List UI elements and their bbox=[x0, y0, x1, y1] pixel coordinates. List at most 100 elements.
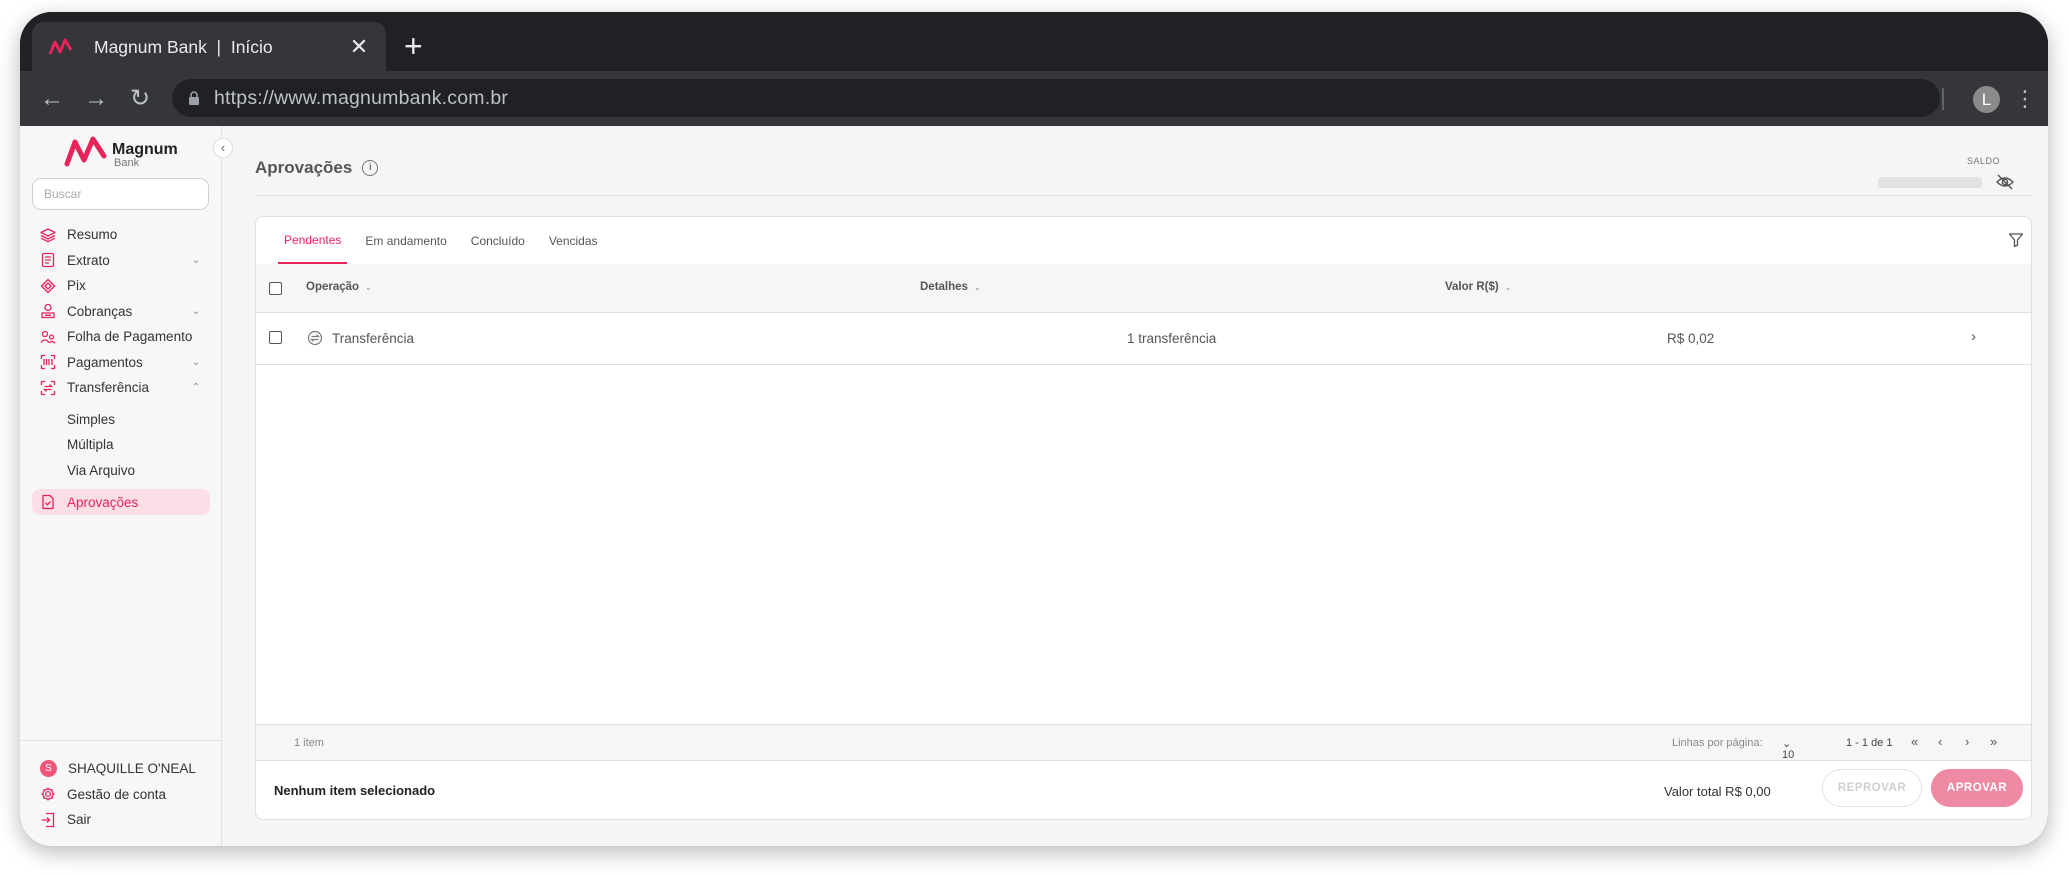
pagination-bar: 1 item Linhas por página: 10 ⌄ 1 - 1 de … bbox=[256, 724, 2031, 761]
tab-em-andamento[interactable]: Em andamento bbox=[359, 217, 452, 264]
brand-name: Magnum bbox=[112, 141, 178, 158]
transfer-icon bbox=[40, 380, 56, 395]
status-tabs: Pendentes Em andamento Concluído Vencida… bbox=[278, 217, 616, 264]
chevron-down-icon[interactable]: ⌄ bbox=[192, 306, 200, 317]
cell-value: R$ 0,02 bbox=[1667, 331, 1715, 346]
sidebar-item-transferencia[interactable]: Transferência ⌃ bbox=[32, 375, 210, 401]
new-tab-icon[interactable]: + bbox=[404, 30, 423, 62]
address-bar[interactable]: https://www.magnumbank.com.br bbox=[172, 79, 1940, 117]
submenu-item-simples[interactable]: Simples bbox=[32, 407, 210, 433]
app-content: Magnum Bank Resumo Extrato bbox=[20, 126, 2048, 846]
browser-menu-icon[interactable]: ⋮ bbox=[2014, 85, 2036, 113]
collapse-sidebar-icon[interactable]: ‹ bbox=[213, 138, 233, 158]
sidebar-item-label: Resumo bbox=[67, 227, 118, 243]
column-header-operacao[interactable]: Operação ⌄ bbox=[306, 281, 372, 293]
approvals-card: Pendentes Em andamento Concluído Vencida… bbox=[255, 216, 2032, 820]
gear-icon bbox=[41, 787, 55, 801]
sidebar: Magnum Bank Resumo Extrato bbox=[20, 126, 222, 846]
sidebar-item-extrato[interactable]: Extrato ⌄ bbox=[32, 248, 210, 274]
profile-avatar[interactable]: L bbox=[1973, 86, 2000, 113]
sort-icon[interactable]: ⌄ bbox=[974, 283, 981, 292]
reload-icon[interactable]: ↻ bbox=[118, 84, 162, 113]
sidebar-item-label: Gestão de conta bbox=[67, 786, 167, 802]
brand-logo[interactable]: Magnum Bank bbox=[64, 136, 178, 169]
item-count: 1 item bbox=[294, 737, 324, 749]
cell-details: 1 transferência bbox=[1127, 331, 1217, 346]
tab-strip: Magnum Bank | Início ✕ + bbox=[20, 12, 2048, 72]
sidebar-item-aprovacoes[interactable]: Aprovações bbox=[32, 489, 210, 515]
chevron-up-icon[interactable]: ⌃ bbox=[192, 382, 200, 393]
row-checkbox[interactable] bbox=[269, 331, 282, 344]
sort-icon[interactable]: ⌄ bbox=[365, 283, 372, 292]
lock-icon bbox=[189, 91, 199, 105]
tab-vencidas[interactable]: Vencidas bbox=[543, 217, 604, 264]
sidebar-item-label: Cobranças bbox=[67, 303, 133, 319]
eye-off-icon[interactable] bbox=[1995, 172, 2015, 192]
sidebar-menu: Resumo Extrato ⌄ Pix Cobranças ⌄ Folha d… bbox=[32, 222, 210, 515]
sidebar-item-cobrancas[interactable]: Cobranças ⌄ bbox=[32, 299, 210, 325]
tab-title: Magnum Bank | Início bbox=[94, 36, 273, 57]
sidebar-item-sair[interactable]: Sair bbox=[32, 807, 210, 833]
filter-icon[interactable] bbox=[2008, 232, 2024, 248]
approve-button[interactable]: APROVAR bbox=[1931, 769, 2023, 807]
saldo-hidden-value bbox=[1878, 177, 1982, 188]
magnum-favicon-icon bbox=[48, 38, 73, 55]
reject-button[interactable]: REPROVAR bbox=[1822, 769, 1922, 807]
page-title-text: Aprovações bbox=[255, 158, 353, 177]
url-text: https://www.magnumbank.com.br bbox=[214, 86, 509, 109]
charges-icon bbox=[41, 304, 55, 319]
user-profile[interactable]: S SHAQUILLE O'NEAL bbox=[32, 756, 210, 782]
chevron-down-icon[interactable]: ⌄ bbox=[192, 357, 200, 368]
saldo-label: SALDO bbox=[1967, 156, 2001, 166]
browser-window: Magnum Bank | Início ✕ + ← → ↻ https://w… bbox=[20, 12, 2048, 846]
column-header-label: Valor R($) bbox=[1445, 281, 1499, 293]
logout-icon bbox=[41, 812, 55, 827]
brand-sub: Bank bbox=[114, 157, 140, 169]
column-header-detalhes[interactable]: Detalhes ⌄ bbox=[920, 281, 981, 293]
tab-concluido[interactable]: Concluído bbox=[465, 217, 531, 264]
rows-per-page-select[interactable]: 10 ⌄ bbox=[1782, 737, 1794, 761]
close-tab-icon[interactable]: ✕ bbox=[348, 34, 370, 60]
browser-tab[interactable]: Magnum Bank | Início ✕ bbox=[32, 22, 386, 72]
toolbar-divider bbox=[1942, 88, 1944, 110]
chevron-down-icon[interactable]: ⌄ bbox=[192, 255, 200, 266]
info-icon[interactable]: i bbox=[362, 160, 379, 176]
sidebar-item-label: Pix bbox=[67, 278, 86, 294]
actions-bar: Nenhum item selecionado Valor total R$ 0… bbox=[256, 761, 2031, 819]
submenu-item-via-arquivo[interactable]: Via Arquivo bbox=[32, 458, 210, 484]
cell-operation: Transferência bbox=[332, 331, 415, 346]
submenu-item-multipla[interactable]: Múltipla bbox=[32, 432, 210, 458]
column-header-valor[interactable]: Valor R($) ⌄ bbox=[1445, 281, 1511, 293]
back-icon[interactable]: ← bbox=[30, 85, 74, 113]
chevron-right-icon[interactable]: › bbox=[1971, 328, 1976, 345]
sidebar-item-pagamentos[interactable]: Pagamentos ⌄ bbox=[32, 350, 210, 376]
sidebar-item-resumo[interactable]: Resumo bbox=[32, 222, 210, 248]
sidebar-divider bbox=[20, 740, 222, 741]
user-name: SHAQUILLE O'NEAL bbox=[68, 761, 196, 777]
search-input[interactable] bbox=[32, 178, 209, 210]
page-range: 1 - 1 de 1 bbox=[1846, 737, 1893, 749]
pix-icon bbox=[40, 278, 56, 293]
last-page-icon[interactable]: » bbox=[1990, 734, 1997, 749]
transfer-icon bbox=[307, 330, 323, 346]
table-row[interactable]: Transferência 1 transferência R$ 0,02 › bbox=[256, 313, 2031, 365]
sidebar-item-label: Transferência bbox=[67, 380, 150, 396]
sort-icon[interactable]: ⌄ bbox=[1505, 283, 1512, 292]
sidebar-item-label: Aprovações bbox=[67, 494, 139, 510]
select-all-checkbox[interactable] bbox=[269, 282, 282, 295]
total-value: Valor total R$ 0,00 bbox=[1664, 784, 1771, 799]
sidebar-item-pix[interactable]: Pix bbox=[32, 273, 210, 299]
magnum-logo-icon bbox=[64, 136, 107, 167]
forward-icon[interactable]: → bbox=[74, 85, 118, 113]
next-page-icon[interactable]: › bbox=[1965, 734, 1969, 749]
sidebar-item-folha[interactable]: Folha de Pagamento bbox=[32, 324, 210, 350]
main-content: Aprovações i SALDO Pendentes Em andament… bbox=[222, 126, 2048, 846]
payments-icon bbox=[40, 355, 56, 370]
prev-page-icon[interactable]: ‹ bbox=[1938, 734, 1942, 749]
sidebar-item-label: Extrato bbox=[67, 252, 110, 268]
tab-pendentes[interactable]: Pendentes bbox=[278, 217, 348, 264]
sidebar-item-gestao-conta[interactable]: Gestão de conta bbox=[32, 782, 210, 808]
sidebar-item-label: Sair bbox=[67, 812, 92, 828]
sidebar-item-label: Pagamentos bbox=[67, 354, 143, 370]
first-page-icon[interactable]: « bbox=[1911, 734, 1918, 749]
